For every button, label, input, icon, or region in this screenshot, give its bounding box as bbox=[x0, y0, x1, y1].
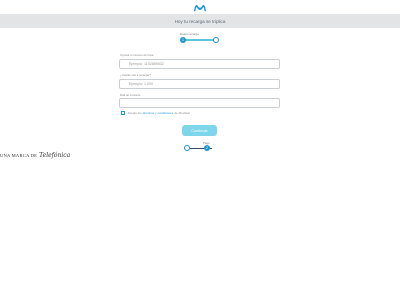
continue-button[interactable]: Continuar bbox=[182, 125, 217, 136]
logo-bar bbox=[0, 0, 400, 14]
telefonica-logo: Telefónica bbox=[39, 152, 71, 159]
page-title: Hoy tu recarga se triplica bbox=[174, 18, 226, 24]
step-1-dot bbox=[184, 145, 190, 151]
step-2-dot bbox=[213, 36, 219, 43]
terms-suffix: de Movistar bbox=[174, 111, 191, 115]
terms-row: Acepto los términos y condiciones de Mov… bbox=[121, 111, 190, 115]
terms-prefix: Acepto los bbox=[127, 111, 142, 115]
step-indicator-top: Datos recarga 1 bbox=[178, 31, 222, 44]
phone-label: Ingresá tu número de línea bbox=[120, 53, 154, 57]
step-label: Datos recarga bbox=[180, 32, 199, 36]
terms-checkbox[interactable] bbox=[121, 111, 125, 115]
movistar-logo-icon bbox=[194, 5, 206, 12]
amount-input[interactable] bbox=[119, 79, 280, 89]
email-label: Mail de contacto bbox=[120, 93, 141, 97]
step-indicator-bottom: Pago 2 bbox=[183, 141, 219, 153]
terms-link[interactable]: términos y condiciones bbox=[143, 111, 174, 115]
step-1-dot: 1 bbox=[180, 36, 186, 43]
email-input[interactable] bbox=[119, 98, 280, 108]
phone-input[interactable] bbox=[119, 59, 280, 69]
step-line bbox=[182, 39, 216, 41]
amount-label: ¿Cuánto vas a recargar? bbox=[120, 73, 151, 77]
step-2-dot: 2 bbox=[204, 145, 210, 151]
telefonica-brand: UNA MARCA DE Telefónica bbox=[0, 152, 70, 159]
brand-prefix: UNA MARCA DE bbox=[0, 153, 38, 158]
title-bar: Hoy tu recarga se triplica bbox=[0, 14, 400, 28]
